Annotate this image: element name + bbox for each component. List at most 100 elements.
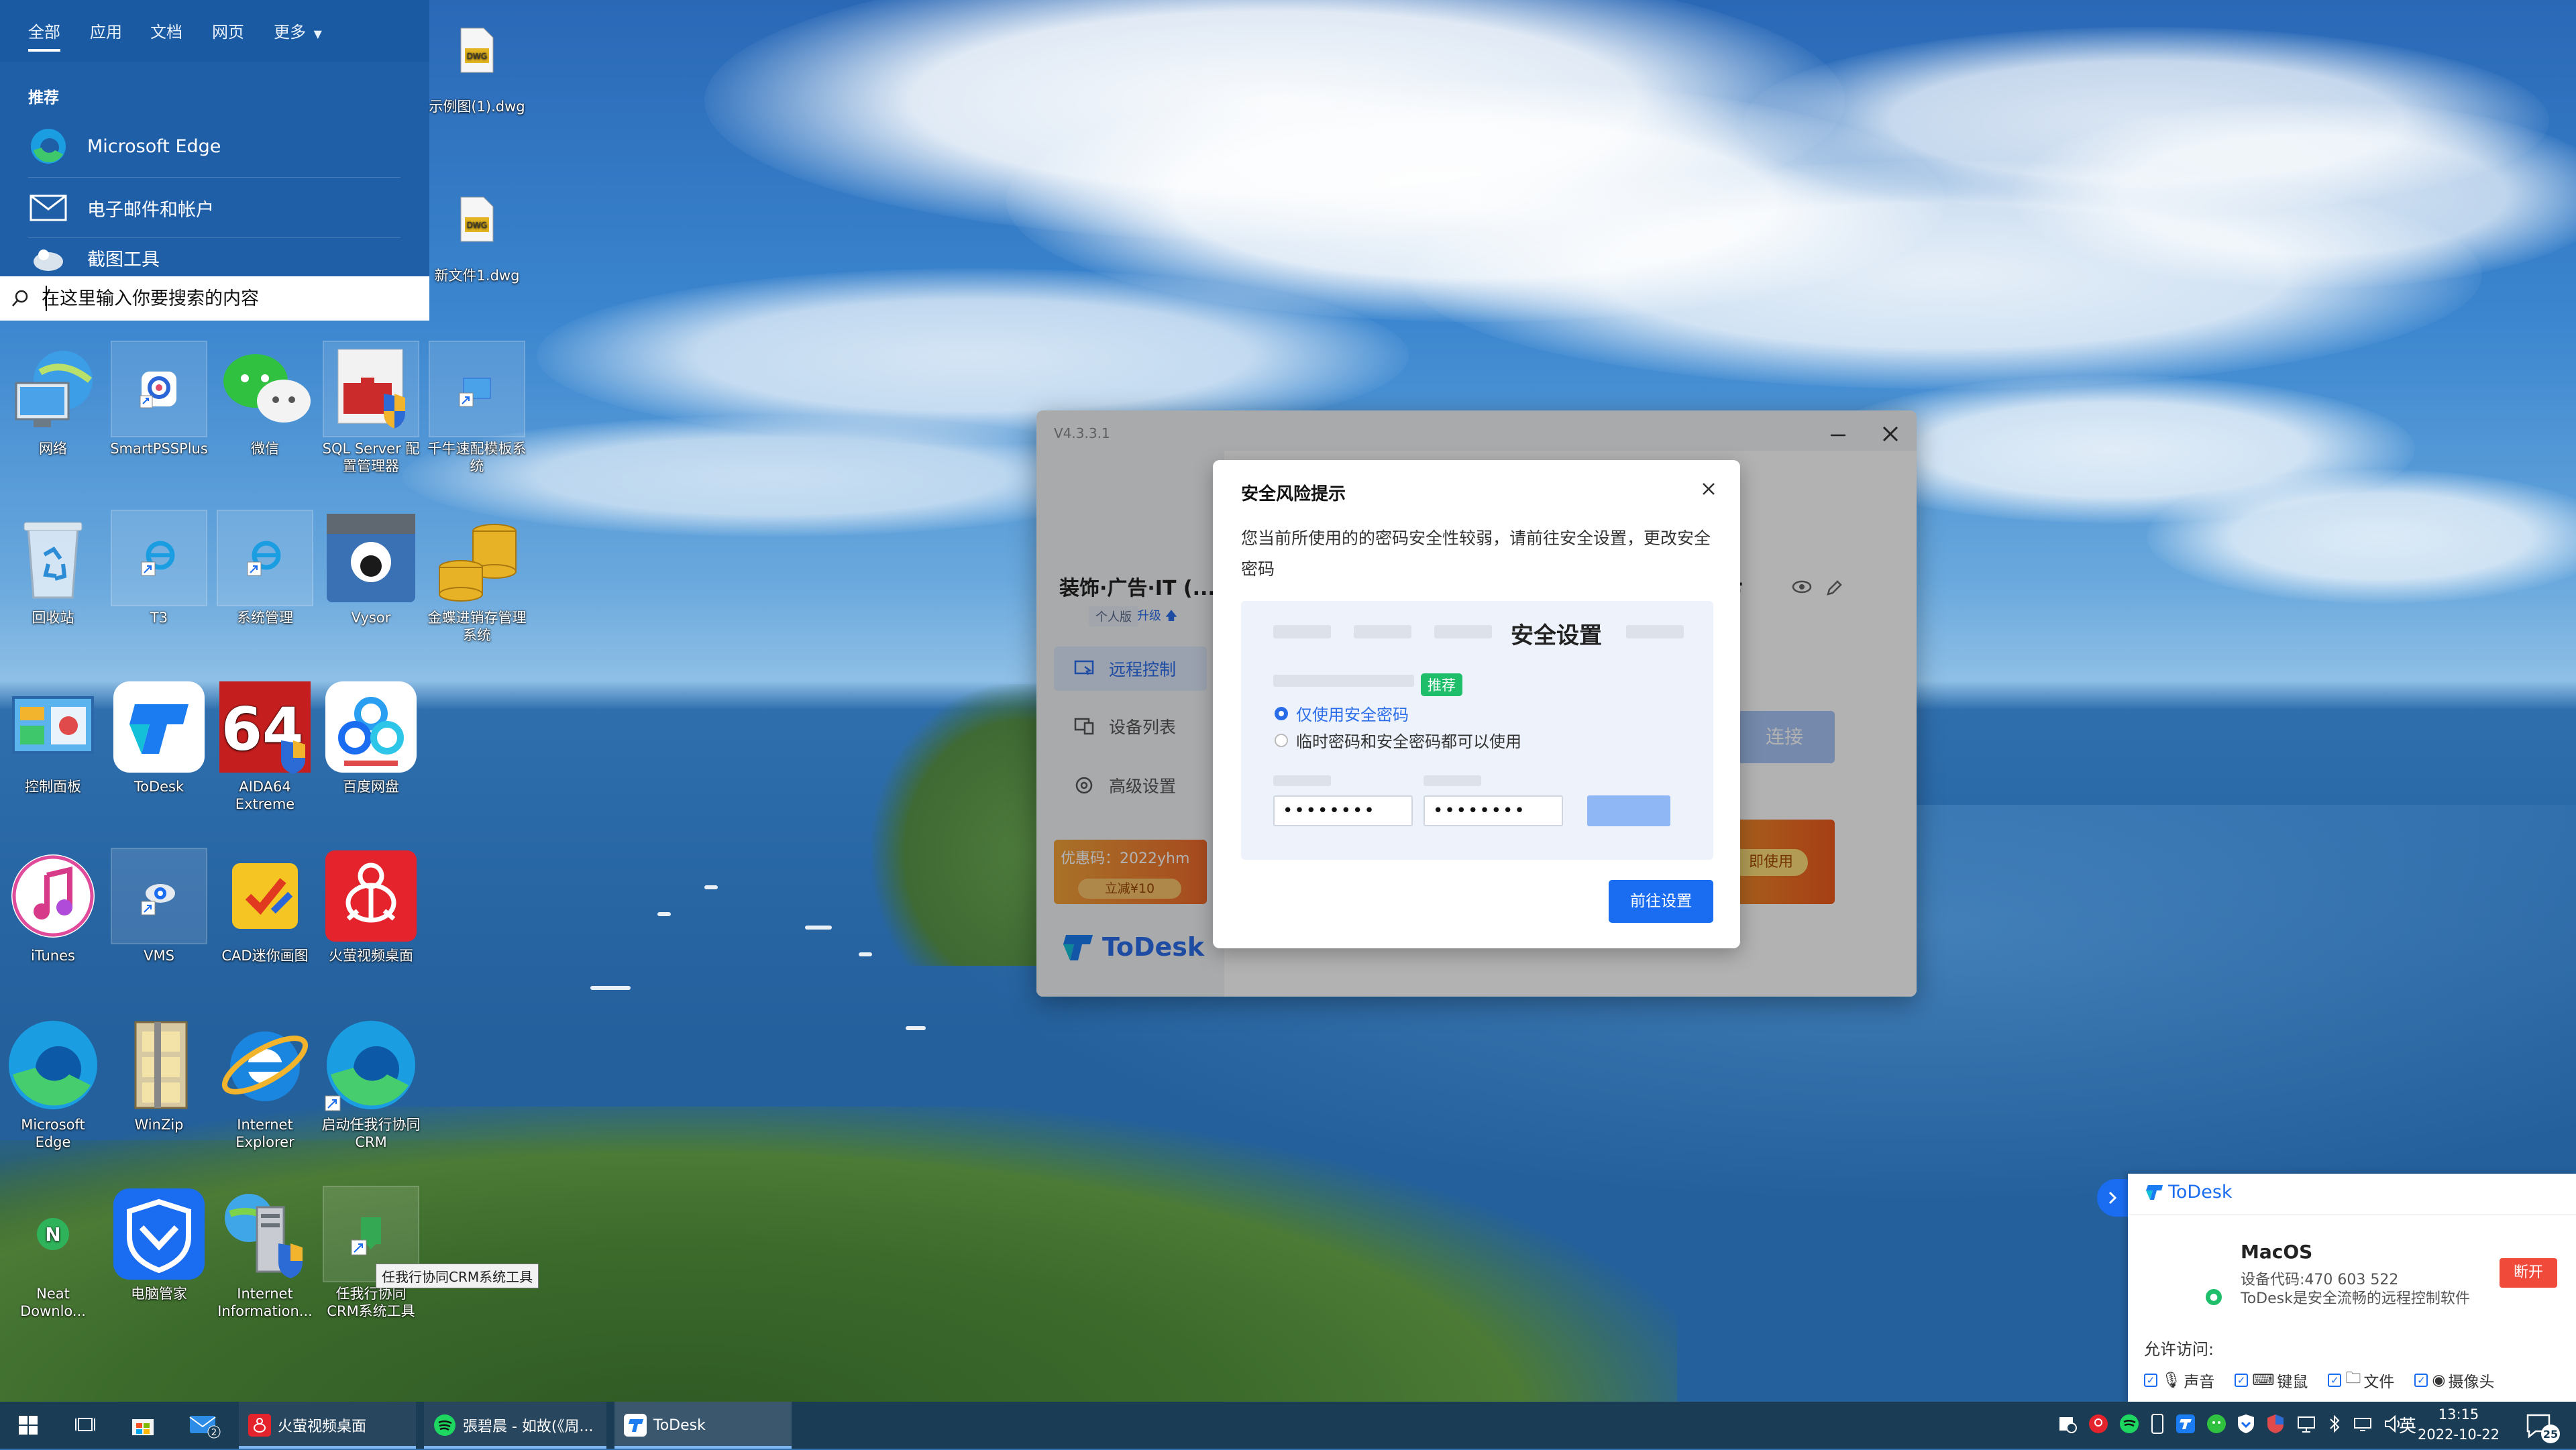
tray-app-icon[interactable] bbox=[2057, 1413, 2078, 1437]
todesk-tray-icon[interactable] bbox=[2175, 1413, 2196, 1437]
go-to-settings-button[interactable]: 前往设置 bbox=[1609, 880, 1713, 923]
desktop-icon-vysor[interactable]: Vysor bbox=[321, 511, 421, 626]
taskbar-app-music[interactable]: 張碧晨 - 如故(《周... bbox=[424, 1402, 606, 1449]
radio-unselected-icon bbox=[1275, 733, 1288, 747]
microphone-icon: 🎙 bbox=[2161, 1372, 2182, 1389]
desktop-icon-qianniu-template[interactable]: 千牛速配模板系统 bbox=[427, 341, 527, 475]
desktop-icon-winzip[interactable]: WinZip bbox=[109, 1018, 209, 1133]
taskbar-search-box[interactable] bbox=[0, 276, 429, 321]
network-tray-icon[interactable] bbox=[2296, 1413, 2317, 1437]
vysor-icon bbox=[324, 511, 418, 605]
tab-apps[interactable]: 应用 bbox=[90, 19, 122, 42]
desktop-icon-itunes[interactable]: iTunes bbox=[3, 849, 103, 964]
recommended-heading: 推荐 bbox=[28, 89, 59, 107]
desktop-icon-crm-launcher[interactable]: 启动任我行协同CRM bbox=[321, 1018, 421, 1151]
spotify-icon bbox=[433, 1414, 456, 1437]
store-icon bbox=[132, 1419, 154, 1435]
desktop-icon-sql-server[interactable]: SQL Server 配置管理器 bbox=[321, 341, 421, 475]
svg-text:DWG: DWG bbox=[467, 221, 487, 230]
spotify-tray-icon[interactable] bbox=[2118, 1413, 2140, 1437]
desktop-icon-pc-manager[interactable]: 电脑管家 bbox=[109, 1187, 209, 1302]
remote-os-name: MacOS bbox=[2241, 1241, 2313, 1263]
action-center-button[interactable]: 25 bbox=[2522, 1410, 2563, 1450]
start-item-snipping-tool[interactable]: 截图工具 bbox=[28, 239, 404, 276]
permission-keyboard-mouse[interactable]: ✓ ⌨ 键鼠 bbox=[2235, 1367, 2308, 1393]
notification-description: ToDesk是安全流畅的远程控制软件 bbox=[2241, 1290, 2470, 1307]
desktop-icon-ie[interactable]: Internet Explorer bbox=[215, 1018, 315, 1151]
vms-icon bbox=[111, 848, 207, 944]
desktop-icon-smartpssplus[interactable]: SmartPSSPlus bbox=[109, 341, 209, 457]
desktop-icon-t3[interactable]: T3 bbox=[109, 510, 209, 626]
tab-web[interactable]: 网页 bbox=[212, 19, 244, 42]
checkbox-checked-icon: ✓ bbox=[2235, 1373, 2249, 1387]
shield-tray-icon[interactable] bbox=[2237, 1413, 2255, 1437]
desktop-icon-crm-tool[interactable]: 任我行协同CRM系统工具 bbox=[321, 1186, 421, 1320]
notification-icon: 25 bbox=[2526, 1414, 2560, 1443]
start-item-mail[interactable]: 电子邮件和帐户 bbox=[28, 180, 404, 236]
windows-logo-icon bbox=[19, 1416, 38, 1435]
preview-password-field: •••••••• bbox=[1273, 795, 1413, 826]
huoying-icon bbox=[324, 849, 418, 943]
tab-more-label: 更多 bbox=[274, 23, 306, 42]
desktop-icon-iis[interactable]: Internet Information... bbox=[215, 1187, 315, 1320]
task-view-button[interactable] bbox=[63, 1402, 107, 1449]
taskbar-app-label: 火萤视频桌面 bbox=[278, 1418, 367, 1435]
start-item-edge[interactable]: Microsoft Edge bbox=[28, 118, 404, 174]
start-button[interactable] bbox=[0, 1402, 56, 1449]
recycle-bin-icon bbox=[6, 511, 100, 605]
taskbar-store-button[interactable] bbox=[121, 1402, 165, 1449]
desktop-icon-neat-download[interactable]: N Neat Downlo... bbox=[3, 1187, 103, 1320]
dialog-title: 安全风险提示 bbox=[1241, 484, 1346, 504]
desktop-icon-edge[interactable]: Microsoft Edge bbox=[3, 1018, 103, 1151]
desktop-icon-recycle-bin[interactable]: 回收站 bbox=[3, 511, 103, 626]
search-input[interactable] bbox=[40, 281, 419, 316]
huoying-tray-icon[interactable] bbox=[2088, 1413, 2109, 1437]
desktop-icon-system-admin[interactable]: 系统管理 bbox=[215, 510, 315, 626]
bluetooth-tray-icon[interactable] bbox=[2326, 1413, 2343, 1437]
monitor-tray-icon[interactable] bbox=[2352, 1413, 2373, 1437]
phone-tray-icon[interactable] bbox=[2149, 1413, 2165, 1437]
permission-sound[interactable]: ✓ 🎙 声音 bbox=[2144, 1367, 2214, 1393]
desktop-icon-vms[interactable]: VMS bbox=[109, 848, 209, 964]
close-icon[interactable] bbox=[1697, 478, 1720, 500]
security-tray-icon[interactable] bbox=[2265, 1413, 2286, 1437]
camera-icon: ◉ bbox=[2432, 1371, 2446, 1389]
permission-camera[interactable]: ✓ ◉ 摄像头 bbox=[2414, 1367, 2494, 1393]
checkbox-checked-icon: ✓ bbox=[2144, 1373, 2157, 1387]
network-icon bbox=[6, 342, 100, 436]
neat-download-icon: N bbox=[6, 1187, 100, 1281]
desktop-icon-kingdee[interactable]: 金蝶进销存管理系统 bbox=[427, 511, 527, 644]
option-label: 仅使用安全密码 bbox=[1296, 706, 1409, 724]
taskbar-app-huoying[interactable]: 火萤视频桌面 bbox=[239, 1402, 416, 1449]
taskbar-clock[interactable]: 13:15 2022-10-22 bbox=[2402, 1404, 2516, 1445]
system-tray bbox=[2057, 1402, 2404, 1449]
desktop-icon-dwg-1[interactable]: DWG 示例图(1).dwg bbox=[427, 7, 527, 115]
tab-more[interactable]: 更多 ▼ bbox=[274, 19, 322, 42]
todesk-icon bbox=[2146, 1184, 2163, 1200]
taskbar-app-todesk[interactable]: ToDesk bbox=[614, 1402, 792, 1449]
wechat-tray-icon[interactable] bbox=[2206, 1413, 2227, 1437]
permission-file[interactable]: ✓ 🗀 文件 bbox=[2328, 1367, 2394, 1393]
desktop-icon-huoying[interactable]: 火萤视频桌面 bbox=[321, 849, 421, 964]
desktop-icon-control-panel[interactable]: 控制面板 bbox=[3, 680, 103, 795]
taskbar-mail-button[interactable]: 2 bbox=[181, 1402, 228, 1449]
desktop-icon-network[interactable]: 网络 bbox=[3, 342, 103, 457]
desktop-icon-cad-mini[interactable]: CAD迷你画图 bbox=[215, 849, 315, 964]
desktop-icon-wechat[interactable]: 微信 bbox=[215, 342, 315, 457]
tab-documents[interactable]: 文档 bbox=[150, 19, 182, 42]
checkbox-checked-icon: ✓ bbox=[2414, 1373, 2428, 1387]
desktop-icon-todesk[interactable]: ToDesk bbox=[109, 680, 209, 795]
taskbar-app-label: ToDesk bbox=[653, 1416, 706, 1434]
option-security-only: 仅使用安全密码 bbox=[1275, 702, 1409, 725]
clock-date: 2022-10-22 bbox=[2417, 1427, 2500, 1443]
disconnect-button[interactable]: 断开 bbox=[2500, 1258, 2557, 1288]
permission-label: 声音 bbox=[2184, 1373, 2215, 1391]
todesk-icon bbox=[624, 1414, 647, 1437]
desktop-icon-aida64[interactable]: 64 AIDA64 Extreme bbox=[215, 680, 315, 813]
desktop-icon-dwg-2[interactable]: DWG 新文件1.dwg bbox=[427, 176, 527, 284]
search-scope-tabs: 全部 应用 文档 网页 更多 ▼ bbox=[0, 0, 429, 62]
snipping-tool-icon bbox=[28, 239, 68, 276]
control-panel-icon bbox=[6, 680, 100, 774]
tab-all[interactable]: 全部 bbox=[28, 19, 60, 52]
desktop-icon-baidu-netdisk[interactable]: 百度网盘 bbox=[321, 680, 421, 795]
